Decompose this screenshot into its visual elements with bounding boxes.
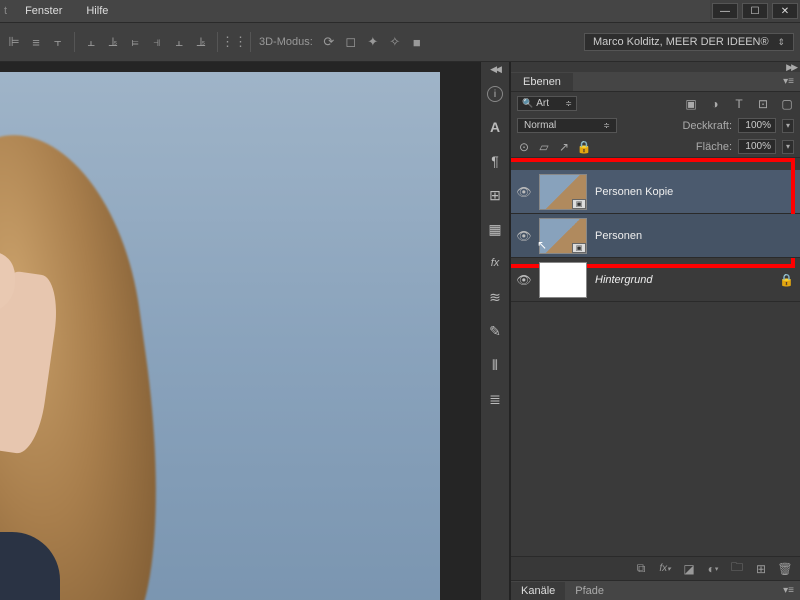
workspace-name: Marco Kolditz, MEER DER IDEEN® [593, 36, 769, 48]
layers-panel-footer: ⧉ fx▾ ◪ ◐▾ 🗀 ⊞ 🗑 [511, 556, 800, 580]
lock-all-icon[interactable]: 🔒 [577, 140, 591, 154]
layer-effects-icon[interactable]: fx▾ [658, 562, 672, 576]
menu-bar: t Fenster Hilfe [0, 0, 800, 22]
maximize-button[interactable]: ☐ [742, 3, 768, 19]
distribute-6-icon[interactable]: ⫡ [193, 34, 209, 50]
canvas-image [0, 72, 440, 600]
properties-panel-icon[interactable]: ⫴ [486, 356, 504, 374]
blend-mode-dropdown[interactable]: Normal≑ [517, 118, 617, 133]
opacity-flyout-icon[interactable]: ▾ [782, 119, 794, 133]
options-bar: ⊫ ≡ ⫟ ⫠ ⫡ ⫢ ⫣ ⫠ ⫡ ⋮⋮ 3D-Modus: ⟳ ◻ ✦ ✧ ■… [0, 22, 800, 62]
lock-transparent-icon[interactable]: ▱ [537, 140, 551, 154]
history-panel-icon[interactable]: ≣ [486, 390, 504, 408]
lock-icon[interactable]: 🔒 [779, 273, 794, 287]
align-center-icon[interactable]: ≡ [28, 34, 44, 50]
panel-collapse-icon[interactable]: ▶▶ [511, 62, 800, 72]
3d-axes-icon[interactable]: ✦ [365, 34, 381, 50]
new-layer-icon[interactable]: ⊞ [754, 562, 768, 576]
3d-object-icon[interactable]: ◻ [343, 34, 359, 50]
panel-menu-icon[interactable]: ▾≡ [783, 585, 800, 596]
visibility-toggle-icon[interactable]: 👁 [517, 185, 531, 199]
opacity-label: Deckkraft: [682, 120, 732, 132]
align-right-icon[interactable]: ⫟ [50, 34, 66, 50]
layer-thumbnail[interactable] [539, 262, 587, 298]
fill-label: Fläche: [696, 141, 732, 153]
paragraph-panel-icon[interactable]: ¶ [486, 152, 504, 170]
layer-thumbnail[interactable]: ▣ [539, 174, 587, 210]
visibility-toggle-icon[interactable]: 👁 [517, 273, 531, 287]
character-panel-icon[interactable]: A [486, 118, 504, 136]
visibility-toggle-icon[interactable]: 👁 [517, 229, 531, 243]
smart-object-badge-icon: ▣ [572, 199, 586, 209]
distribute-5-icon[interactable]: ⫠ [171, 34, 187, 50]
delete-layer-icon[interactable]: 🗑 [778, 562, 792, 576]
fill-input[interactable]: 100% [738, 139, 776, 154]
chevron-updown-icon: ⇕ [777, 37, 785, 48]
layer-name[interactable]: Personen [595, 230, 642, 242]
lock-position-icon[interactable]: ↗ [557, 140, 571, 154]
layer-filter-dropdown[interactable]: 🔍 Art ≑ [517, 96, 577, 111]
new-adjustment-icon[interactable]: ◐▾ [706, 562, 720, 576]
layer-row[interactable]: 👁 Hintergrund 🔒 [511, 258, 800, 302]
expand-arrows-icon[interactable]: ◀◀ [481, 64, 509, 75]
menu-window[interactable]: Fenster [13, 5, 74, 17]
window-controls: — ☐ ✕ [710, 0, 800, 22]
layers-list: 👁 ▣ Personen Kopie 👁 ▣ Personen ↖ 👁 Hint… [511, 158, 800, 556]
menu-help[interactable]: Hilfe [74, 5, 120, 17]
bottom-panel-tabs: Kanäle Pfade ▾≡ [511, 580, 800, 600]
swatches-panel-icon[interactable]: ⊞ [486, 186, 504, 204]
minimize-button[interactable]: — [712, 3, 738, 19]
distribute-1-icon[interactable]: ⫠ [83, 34, 99, 50]
filter-adjust-icon[interactable]: ◑ [708, 97, 722, 111]
navigator-panel-icon[interactable]: ▦ [486, 220, 504, 238]
layers-panel: ▶▶ Ebenen ▾≡ 🔍 Art ≑ ▣ ◑ T ⊡ ▢ Normal≑ D [510, 62, 800, 600]
lock-pixels-icon[interactable]: ⊙ [517, 140, 531, 154]
opacity-input[interactable]: 100% [738, 118, 776, 133]
document-canvas[interactable] [0, 62, 480, 600]
cursor-icon: ↖ [537, 238, 547, 252]
3d-camera-icon[interactable]: ■ [409, 34, 425, 50]
distribute-2-icon[interactable]: ⫡ [105, 34, 121, 50]
collapsed-panel-strip: ◀◀ i A ¶ ⊞ ▦ fx ≋ ✎ ⫴ ≣ [480, 62, 510, 600]
layer-name[interactable]: Personen Kopie [595, 186, 673, 198]
layer-row[interactable]: 👁 ▣ Personen ↖ [511, 214, 800, 258]
brush-panel-icon[interactable]: ✎ [486, 322, 504, 340]
filter-type-icon[interactable]: T [732, 97, 746, 111]
link-layers-icon[interactable]: ⧉ [634, 562, 648, 576]
panel-menu-icon[interactable]: ▾≡ [783, 76, 800, 87]
layer-row[interactable]: 👁 ▣ Personen Kopie [511, 170, 800, 214]
3d-light-icon[interactable]: ✧ [387, 34, 403, 50]
adjustments-panel-icon[interactable]: ≋ [486, 288, 504, 306]
close-button[interactable]: ✕ [772, 3, 798, 19]
more-options-icon[interactable]: ⋮⋮ [226, 34, 242, 50]
smart-object-badge-icon: ▣ [572, 243, 586, 253]
align-left-icon[interactable]: ⊫ [6, 34, 22, 50]
distribute-3-icon[interactable]: ⫢ [127, 34, 143, 50]
menu-cut[interactable]: t [4, 5, 13, 17]
fill-flyout-icon[interactable]: ▾ [782, 140, 794, 154]
filter-smart-icon[interactable]: ▢ [780, 97, 794, 111]
workspace-dropdown[interactable]: Marco Kolditz, MEER DER IDEEN® ⇕ [584, 33, 794, 51]
new-group-icon[interactable]: 🗀 [730, 562, 744, 576]
layers-tab[interactable]: Ebenen [511, 73, 573, 91]
info-panel-icon[interactable]: i [487, 86, 503, 102]
distribute-4-icon[interactable]: ⫣ [149, 34, 165, 50]
styles-panel-icon[interactable]: fx [486, 254, 504, 272]
3d-rotate-icon[interactable]: ⟳ [321, 34, 337, 50]
filter-image-icon[interactable]: ▣ [684, 97, 698, 111]
add-mask-icon[interactable]: ◪ [682, 562, 696, 576]
mode-3d-label: 3D-Modus: [259, 36, 313, 48]
filter-shape-icon[interactable]: ⊡ [756, 97, 770, 111]
paths-tab[interactable]: Pfade [565, 582, 614, 600]
channels-tab[interactable]: Kanäle [511, 582, 565, 600]
panel-tabs: Ebenen ▾≡ [511, 72, 800, 92]
layer-name[interactable]: Hintergrund [595, 274, 652, 286]
